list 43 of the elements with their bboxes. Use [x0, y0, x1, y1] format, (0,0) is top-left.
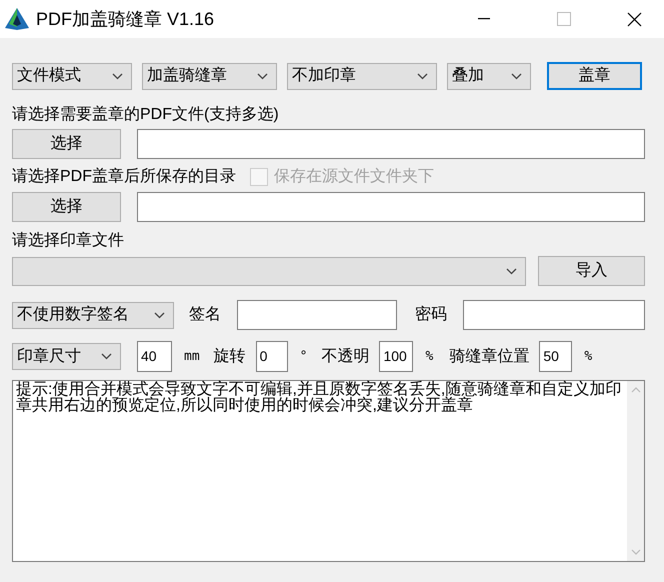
- unit-label: mm: [184, 348, 200, 366]
- checkbox-label: 保存在源文件文件夹下: [274, 166, 434, 187]
- chevron-down-icon: [257, 72, 268, 80]
- section-label: 请选择PDF盖章后所保存的目录: [12, 166, 236, 187]
- unit-label: °: [300, 348, 308, 366]
- dropdown[interactable]: 文件模式: [12, 62, 132, 90]
- dropdown[interactable]: 加盖骑缝章: [142, 62, 277, 90]
- dropdown[interactable]: 不加印章: [287, 62, 437, 90]
- input-field[interactable]: [137, 192, 645, 222]
- chevron-down-icon: [154, 312, 165, 318]
- input-field[interactable]: 100: [379, 341, 414, 372]
- input-field[interactable]: 0: [256, 341, 288, 372]
- chevron-down-icon: [417, 72, 428, 80]
- chevron-down-icon: [511, 72, 522, 80]
- close-icon[interactable]: [626, 12, 642, 26]
- chevron-down-icon: [101, 353, 112, 360]
- section-label: 请选择需要盖章的PDF文件(支持多选): [12, 104, 279, 125]
- input-field[interactable]: 50: [539, 341, 572, 372]
- unit-label: %: [584, 348, 592, 366]
- import-button[interactable]: 导入: [538, 256, 645, 286]
- select-button[interactable]: 选择: [12, 129, 121, 159]
- input-field[interactable]: [463, 300, 645, 330]
- input-field[interactable]: 40: [137, 341, 172, 372]
- chevron-down-icon: [506, 268, 517, 274]
- field-label: 不透明: [321, 346, 370, 366]
- dropdown[interactable]: 印章尺寸: [12, 343, 121, 370]
- minimize-icon[interactable]: [478, 18, 490, 20]
- stamp-button[interactable]: 盖章: [547, 62, 642, 90]
- input-field[interactable]: [137, 129, 645, 159]
- window-title: PDF加盖骑缝章 V1.16: [36, 8, 214, 30]
- dropdown[interactable]: 不使用数字签名: [12, 302, 174, 328]
- select-button[interactable]: 选择: [12, 192, 121, 222]
- app-logo-icon: [4, 7, 30, 31]
- chevron-down-icon: [112, 72, 123, 80]
- field-label: 密码: [415, 304, 447, 325]
- input-field[interactable]: [237, 300, 397, 330]
- field-label: 骑缝章位置: [449, 346, 530, 366]
- unit-label: %: [425, 348, 434, 366]
- note-text: 提示:使用合并模式会导致文字不可编辑,并且原数字签名丢失,随意骑缝章和自定义加印章共用右边的预览定位,所以同时使用的时候会冲突,建议分开盖章: [15, 381, 622, 416]
- field-label: 签名: [189, 305, 221, 325]
- field-label: 旋转: [214, 346, 246, 366]
- section-label: 请选择印章文件: [12, 230, 124, 251]
- dropdown[interactable]: 叠加: [447, 62, 531, 90]
